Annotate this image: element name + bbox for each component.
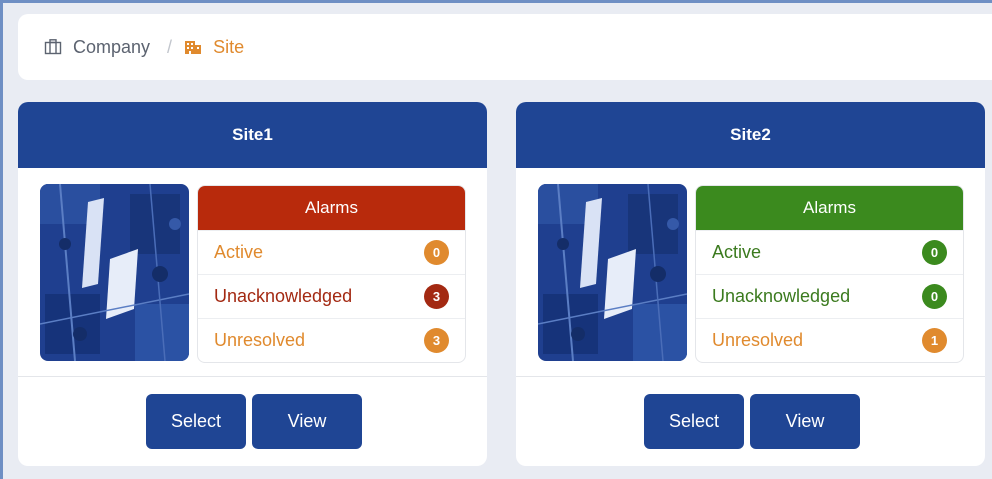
breadcrumb-company[interactable]: Company <box>44 37 150 58</box>
alarm-row-unacknowledged: Unacknowledged 0 <box>696 274 963 318</box>
site-title: Site1 <box>232 125 273 144</box>
alarms-header: Alarms <box>198 186 465 230</box>
briefcase-icon <box>44 38 62 56</box>
alarm-count-badge: 3 <box>424 328 449 353</box>
alarm-count-badge: 0 <box>922 240 947 265</box>
view-button[interactable]: View <box>252 394 362 449</box>
building-icon <box>184 38 202 56</box>
alarm-count-badge: 0 <box>424 240 449 265</box>
alarm-label: Active <box>712 242 762 262</box>
window-frame-left <box>0 0 3 479</box>
alarms-title: Alarms <box>803 198 856 217</box>
alarms-header: Alarms <box>696 186 963 230</box>
site-aerial-image <box>40 184 189 361</box>
alarm-row-unresolved: Unresolved 3 <box>198 318 465 362</box>
site-card-1: Site1 Alarms Active 0 Unacknowledged 3 U… <box>18 102 487 466</box>
card-divider <box>516 376 985 377</box>
breadcrumb-company-label: Company <box>73 36 151 57</box>
window-frame-top <box>0 0 992 3</box>
site-card-header: Site1 <box>18 102 487 168</box>
alarm-row-unacknowledged: Unacknowledged 3 <box>198 274 465 318</box>
alarm-count-badge: 3 <box>424 284 449 309</box>
alarm-row-unresolved: Unresolved 1 <box>696 318 963 362</box>
breadcrumb: Company / Site <box>18 14 992 80</box>
site-card-2: Site2 Alarms Active 0 Unacknowledged 0 U… <box>516 102 985 466</box>
alarm-row-active: Active 0 <box>696 230 963 274</box>
alarm-label: Unresolved <box>214 330 306 350</box>
alarm-label: Unresolved <box>712 330 804 350</box>
card-divider <box>18 376 487 377</box>
alarm-label: Unacknowledged <box>214 286 353 306</box>
site-aerial-image <box>538 184 687 361</box>
breadcrumb-separator: / <box>167 36 173 57</box>
alarm-label: Active <box>214 242 264 262</box>
select-button[interactable]: Select <box>644 394 744 449</box>
alarm-label: Unacknowledged <box>712 286 851 306</box>
alarm-count-badge: 0 <box>922 284 947 309</box>
select-button[interactable]: Select <box>146 394 246 449</box>
alarm-count-badge: 1 <box>922 328 947 353</box>
alarms-panel: Alarms Active 0 Unacknowledged 0 Unresol… <box>695 185 964 363</box>
breadcrumb-site[interactable]: Site <box>184 37 244 58</box>
alarm-row-active: Active 0 <box>198 230 465 274</box>
breadcrumb-site-label: Site <box>213 36 245 57</box>
site-title: Site2 <box>730 125 771 144</box>
view-button[interactable]: View <box>750 394 860 449</box>
site-card-header: Site2 <box>516 102 985 168</box>
alarms-title: Alarms <box>305 198 358 217</box>
alarms-panel: Alarms Active 0 Unacknowledged 3 Unresol… <box>197 185 466 363</box>
